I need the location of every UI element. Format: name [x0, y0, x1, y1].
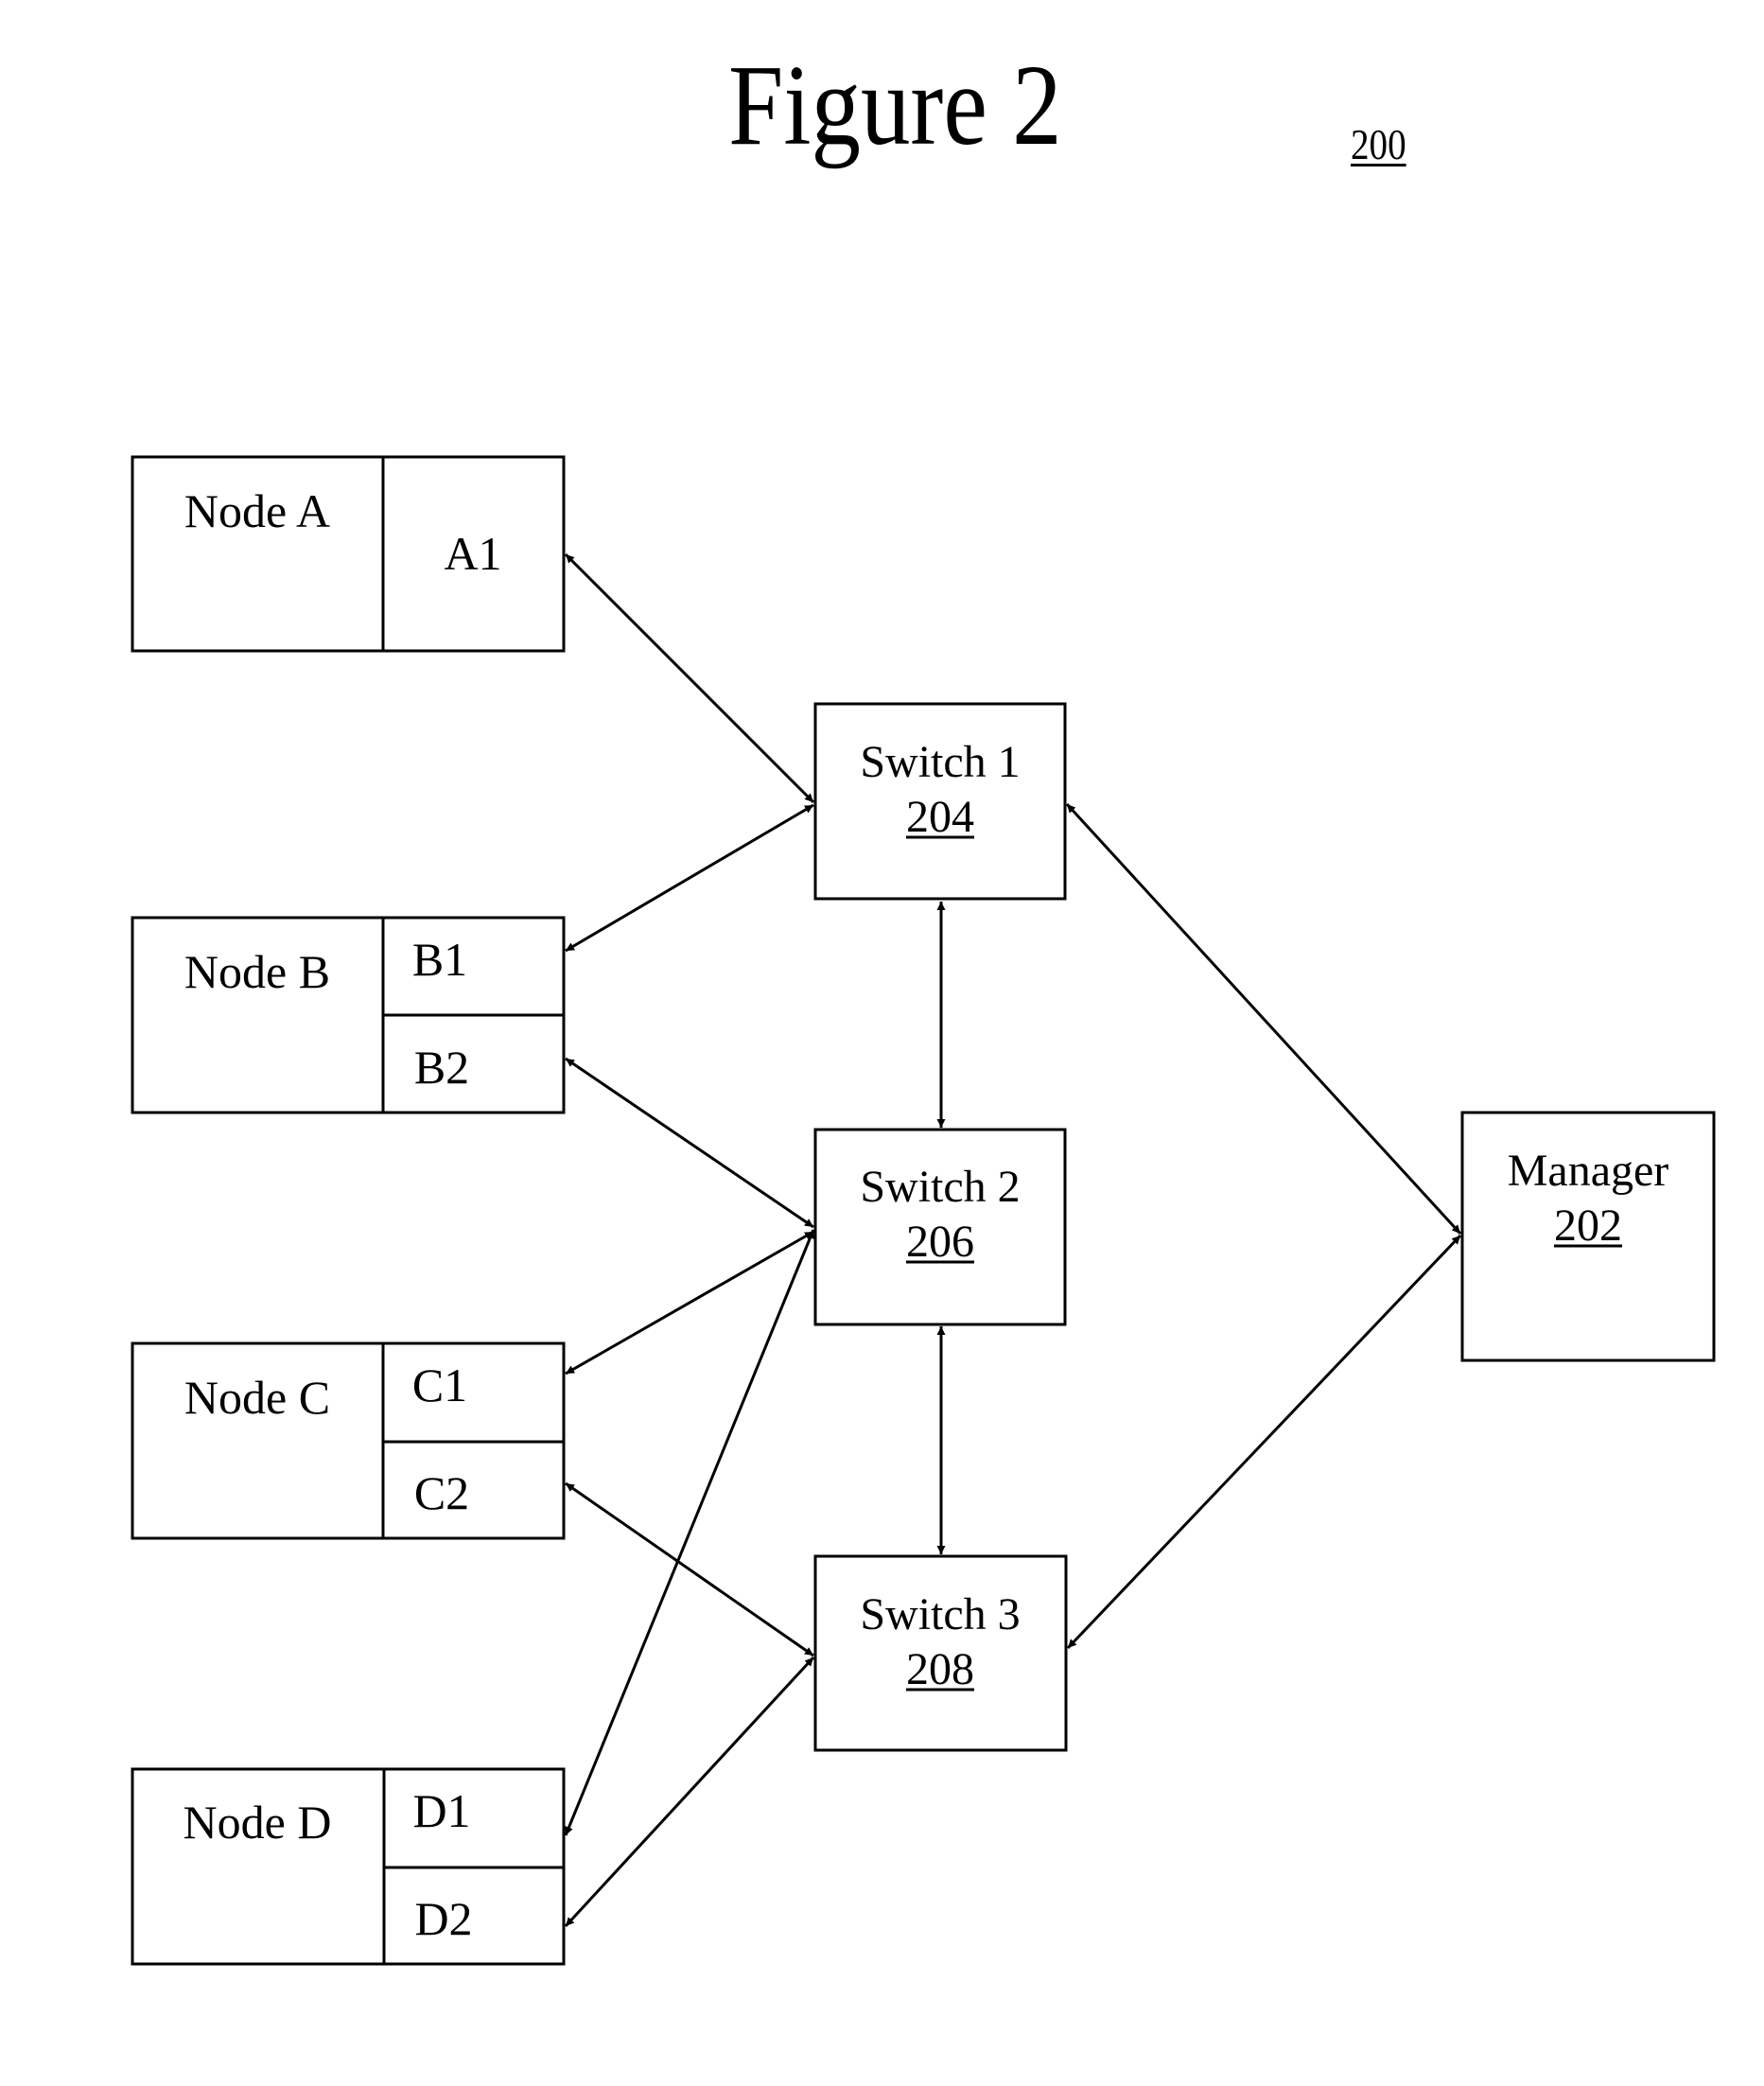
switch-3-ref: 208: [906, 1644, 974, 1694]
switch-2-ref: 206: [906, 1217, 974, 1267]
port-b1-label[interactable]: B1: [412, 933, 467, 986]
switch-1[interactable]: Switch 1 204: [813, 702, 1067, 901]
node-d[interactable]: Node D D1 D2: [131, 1767, 566, 1966]
node-a-label: Node A: [184, 484, 330, 537]
port-c2-label[interactable]: C2: [414, 1466, 469, 1519]
switch-3[interactable]: Switch 3 208: [813, 1554, 1068, 1752]
switch-1-label: Switch 1: [860, 737, 1020, 787]
switch-3-label: Switch 3: [860, 1589, 1020, 1639]
port-b2-label[interactable]: B2: [414, 1041, 469, 1094]
node-a[interactable]: Node A A1: [131, 455, 566, 653]
node-c-label: Node C: [184, 1371, 330, 1424]
port-d1-label[interactable]: D1: [412, 1784, 470, 1837]
link-a1-switch-1[interactable]: [564, 552, 815, 804]
switch-1-ref: 204: [906, 792, 974, 842]
link-d2-switch-3[interactable]: [564, 1656, 815, 1928]
manager-label: Manager: [1508, 1146, 1669, 1196]
node-c[interactable]: Node C C1 C2: [131, 1341, 566, 1540]
port-c1-label[interactable]: C1: [412, 1359, 467, 1411]
node-d-label: Node D: [183, 1796, 332, 1849]
link-switch-3-manager[interactable]: [1066, 1234, 1462, 1650]
link-d1-switch-2[interactable]: [564, 1229, 815, 1836]
node-b-label: Node B: [184, 945, 330, 998]
node-b[interactable]: Node B B1 B2: [131, 916, 566, 1114]
network-diagram: Node A A1 Node B B1 B2 Node C C1 C2 Node…: [131, 455, 1716, 1966]
switch-2[interactable]: Switch 2 206: [813, 1128, 1067, 1326]
manager-ref: 202: [1554, 1201, 1622, 1251]
link-switch-1-manager[interactable]: [1065, 802, 1462, 1236]
link-c2-switch-3[interactable]: [565, 1481, 814, 1657]
switch-2-label: Switch 2: [860, 1162, 1020, 1212]
link-b1-switch-1[interactable]: [565, 803, 814, 953]
link-c1-switch-2[interactable]: [565, 1230, 814, 1376]
port-d2-label[interactable]: D2: [414, 1892, 472, 1945]
link-b2-switch-2[interactable]: [565, 1057, 814, 1229]
port-a1-label[interactable]: A1: [444, 527, 501, 580]
manager[interactable]: Manager 202: [1460, 1111, 1716, 1362]
